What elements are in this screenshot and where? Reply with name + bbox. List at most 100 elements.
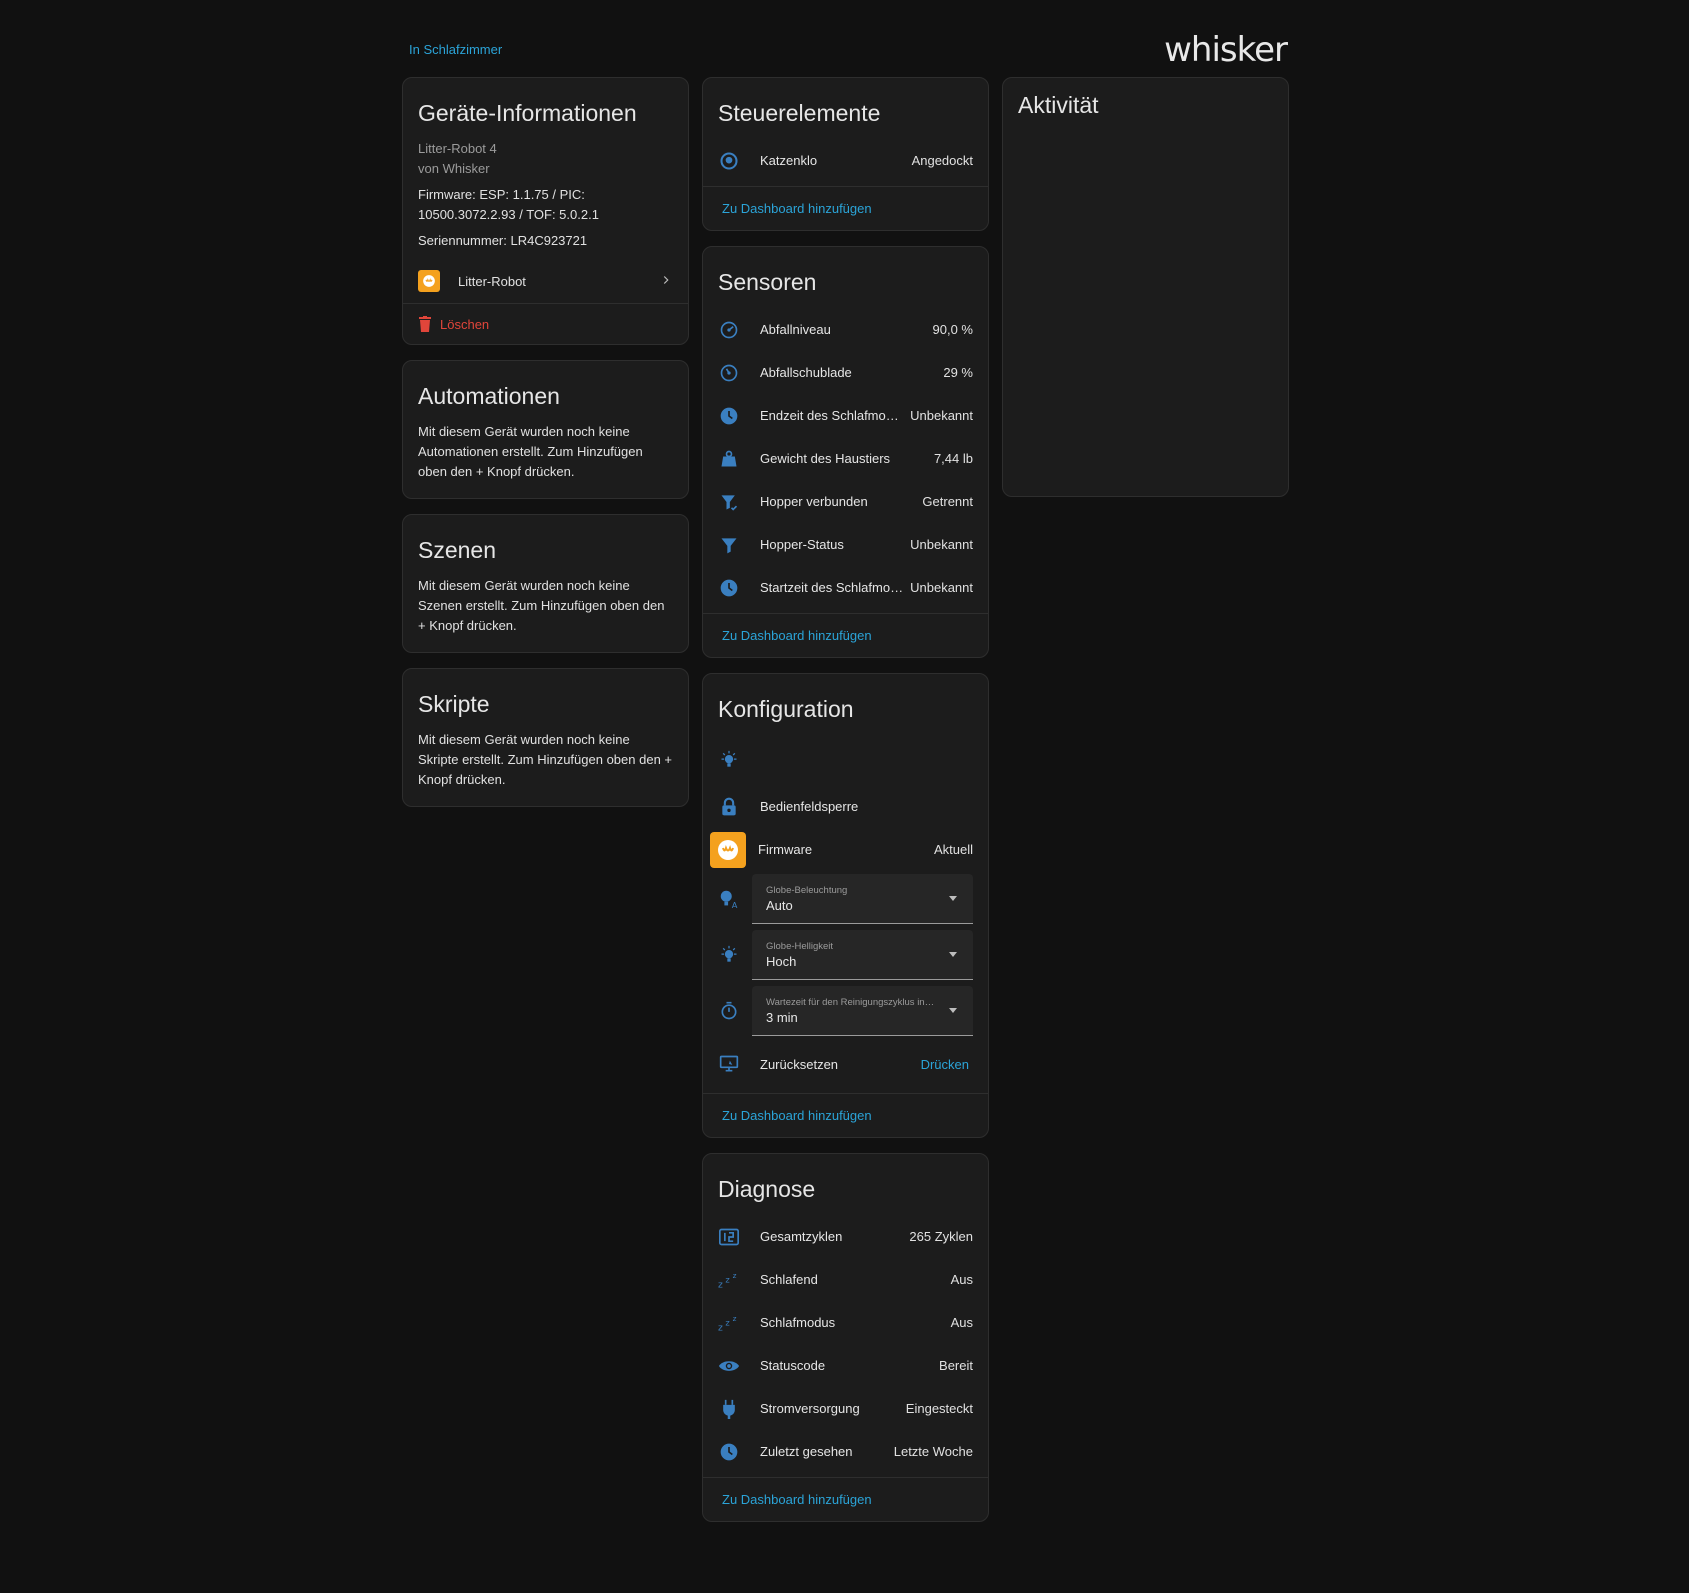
entity-value: Unbekannt [910, 408, 973, 423]
select-value: 3 min [766, 1010, 798, 1025]
trash-icon [418, 316, 432, 332]
timer-icon [718, 1000, 740, 1022]
sensors-title: Sensoren [718, 269, 817, 295]
entity-label: Zurücksetzen [760, 1056, 839, 1072]
entity-row-schlafend[interactable]: zzz Schlafend Aus [703, 1258, 988, 1301]
entity-row-zuruecksetzen: Zurücksetzen Drücken [703, 1039, 988, 1089]
entity-row-startzeit-schlafmodus[interactable]: Startzeit des Schlafmodus Unbekannt [703, 566, 988, 609]
top-bar: In Schlafzimmer whisker [402, 30, 1288, 75]
clean-cycle-wait-select[interactable]: Wartezeit für den Reinigungszyklus in Mi… [752, 986, 973, 1036]
svg-text:z: z [725, 1317, 729, 1327]
select-value: Auto [766, 898, 793, 913]
entity-value: 265 Zyklen [909, 1229, 973, 1244]
svg-text:A: A [732, 900, 738, 910]
entity-row-light[interactable] [703, 735, 988, 785]
lock-icon [718, 796, 740, 818]
entity-row-schlafmodus[interactable]: zzz Schlafmodus Aus [703, 1301, 988, 1344]
entity-row-zuletzt-gesehen[interactable]: Zuletzt gesehen Letzte Woche [703, 1430, 988, 1473]
select-row-wartezeit: Wartezeit für den Reinigungszyklus in Mi… [703, 983, 988, 1039]
whisker-logo-icon [418, 270, 440, 292]
entity-value: 7,44 lb [933, 451, 973, 466]
entity-value: 29 % [943, 365, 973, 380]
left-column: Geräte-Informationen Litter-Robot 4 von … [402, 77, 689, 807]
clock-icon [718, 577, 740, 599]
entity-row-hopper-status[interactable]: Hopper-Status Unbekannt [703, 523, 988, 566]
scenes-empty-text: Mit diesem Gerät wurden noch keine Szene… [418, 578, 665, 633]
breadcrumb-area-link[interactable]: In Schlafzimmer [409, 42, 502, 57]
entity-label: Zuletzt gesehen [760, 1444, 853, 1459]
activity-card: Aktivität [1002, 77, 1289, 497]
entity-value: Letzte Woche [893, 1444, 973, 1459]
weight-icon [718, 448, 740, 470]
entity-row-hopper-verbunden[interactable]: Hopper verbunden Getrennt [703, 480, 988, 523]
press-button[interactable]: Drücken [921, 1057, 969, 1072]
device-info-card: Geräte-Informationen Litter-Robot 4 von … [402, 77, 689, 345]
entity-value: Bereit [939, 1358, 973, 1373]
counter-icon [718, 1226, 740, 1248]
entity-row-bedienfeldsperre[interactable]: Bedienfeldsperre [703, 785, 988, 828]
entity-label: Stromversorgung [760, 1401, 860, 1416]
entity-label: Startzeit des Schlafmodus [760, 580, 905, 595]
globe-lighting-select[interactable]: Globe-Beleuchtung Auto [752, 874, 973, 924]
automations-empty-text: Mit diesem Gerät wurden noch keine Autom… [418, 424, 643, 479]
select-label: Globe-Helligkeit [766, 941, 834, 952]
entity-row-abfallschublade[interactable]: Abfallschublade 29 % [703, 351, 988, 394]
select-label: Globe-Beleuchtung [766, 885, 848, 896]
monitor-reset-icon [718, 1053, 740, 1075]
entity-row-gesamtzyklen[interactable]: Gesamtzyklen 265 Zyklen [703, 1215, 988, 1258]
scripts-empty-text: Mit diesem Gerät wurden noch keine Skrip… [418, 732, 673, 787]
svg-text:z: z [718, 1279, 723, 1290]
entity-value: Unbekannt [910, 580, 973, 595]
device-serial: Seriennummer: LR4C923721 [418, 233, 588, 248]
lightbulb-icon [718, 749, 740, 771]
entity-row-abfallniveau[interactable]: Abfallniveau 90,0 % [703, 308, 988, 351]
diagnostics-card: Diagnose Gesamtzyklen 265 Zyklen zzz Sch… [702, 1153, 989, 1522]
entity-label: Bedienfeldsperre [760, 799, 859, 814]
select-label: Wartezeit für den Reinigungszyklus in Mi… [766, 997, 936, 1008]
controls-card: Steuerelemente Katzenklo Angedockt Zu Da… [702, 77, 989, 231]
funnel-check-icon [718, 491, 740, 513]
entity-row-stromversorgung[interactable]: Stromversorgung Eingesteckt [703, 1387, 988, 1430]
clock-icon [718, 1441, 740, 1463]
delete-button[interactable]: Löschen [403, 304, 688, 344]
delete-label: Löschen [440, 316, 490, 332]
entity-label: Endzeit des Schlafmodus [760, 408, 905, 423]
brand-logo: whisker [1164, 30, 1288, 70]
configuration-card: Konfiguration Bedienfeldsperre Firmware … [702, 673, 989, 1138]
svg-text:z: z [718, 1322, 723, 1333]
globe-brightness-select[interactable]: Globe-Helligkeit Hoch [752, 930, 973, 980]
sleep-icon: zzz [718, 1312, 740, 1334]
entity-row-gewicht[interactable]: Gewicht des Haustiers 7,44 lb [703, 437, 988, 480]
litter-box-icon [718, 150, 740, 172]
entity-row-firmware[interactable]: Firmware Aktuell [703, 828, 988, 871]
configuration-title: Konfiguration [718, 696, 854, 722]
diagnostics-title: Diagnose [718, 1176, 816, 1202]
entity-row-endzeit-schlafmodus[interactable]: Endzeit des Schlafmodus Unbekannt [703, 394, 988, 437]
entity-label: Katzenklo [760, 153, 818, 168]
scripts-title: Skripte [418, 691, 490, 717]
lightbulb-icon [718, 944, 740, 966]
entity-label: Abfallschublade [760, 365, 852, 380]
integration-link-row[interactable]: Litter-Robot [403, 259, 688, 303]
add-to-dashboard-link[interactable]: Zu Dashboard hinzufügen [703, 614, 988, 657]
sensors-card: Sensoren Abfallniveau 90,0 % Abfallschub… [702, 246, 989, 658]
automations-card: Automationen Mit diesem Gerät wurden noc… [402, 360, 689, 499]
eye-icon [718, 1355, 740, 1377]
add-to-dashboard-link[interactable]: Zu Dashboard hinzufügen [703, 187, 988, 230]
entity-label: Schlafend [760, 1272, 818, 1287]
add-to-dashboard-link[interactable]: Zu Dashboard hinzufügen [703, 1478, 988, 1521]
device-model: Litter-Robot 4 [418, 141, 497, 156]
entity-label: Gesamtzyklen [760, 1229, 843, 1244]
add-to-dashboard-link[interactable]: Zu Dashboard hinzufügen [703, 1094, 988, 1137]
entity-row-katzenklo[interactable]: Katzenklo Angedockt [703, 139, 988, 182]
select-value: Hoch [766, 954, 797, 969]
device-manufacturer: von Whisker [418, 161, 490, 176]
entity-value: Aus [950, 1315, 973, 1330]
power-plug-icon [718, 1398, 740, 1420]
entity-row-statuscode[interactable]: Statuscode Bereit [703, 1344, 988, 1387]
sleep-icon: zzz [718, 1269, 740, 1291]
whisker-logo-icon [710, 831, 746, 868]
gauge-icon [718, 362, 740, 384]
svg-text:z: z [733, 1271, 737, 1280]
entity-value: Eingesteckt [905, 1401, 973, 1416]
